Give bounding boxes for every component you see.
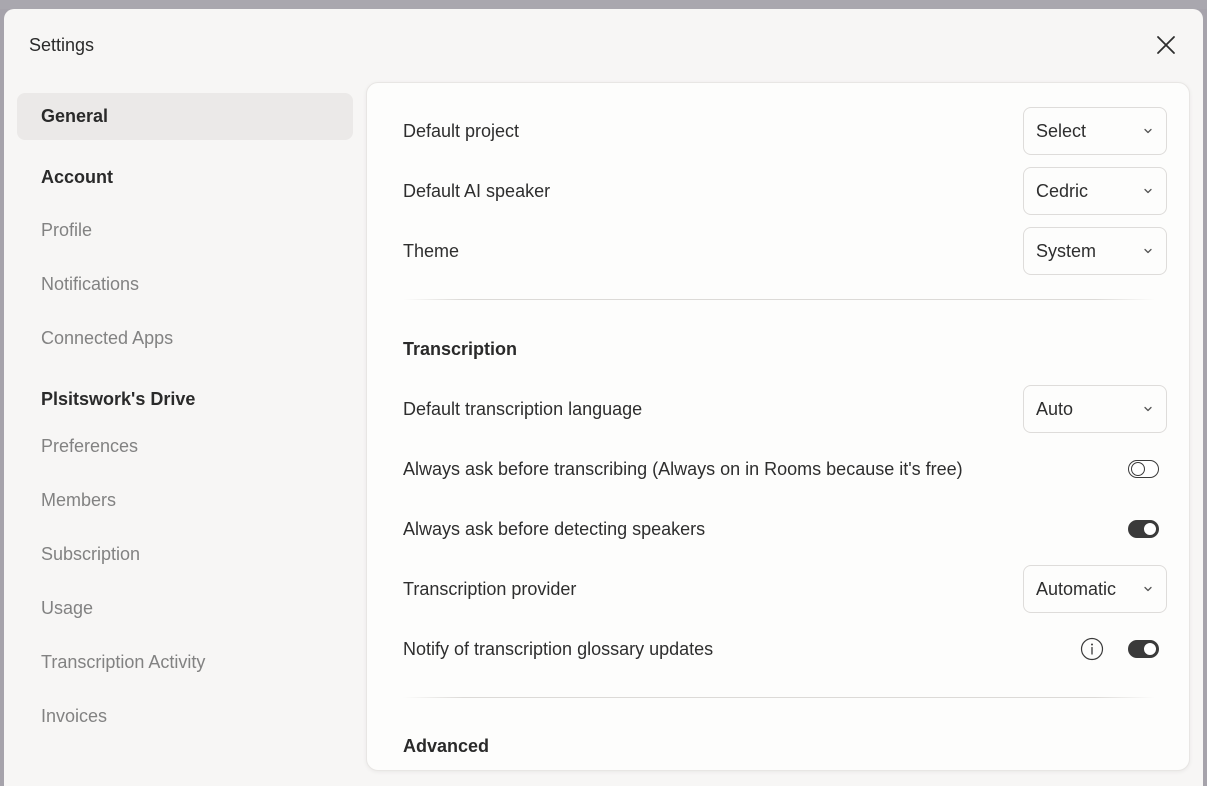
sidebar-item-label: Profile xyxy=(41,220,93,240)
toggle-container xyxy=(1128,460,1167,478)
section-divider xyxy=(403,299,1155,300)
sidebar-heading-drive: Plsitswork's Drive xyxy=(41,389,196,409)
sidebar-heading-account: Account xyxy=(41,167,113,187)
sidebar-item-members[interactable]: Members xyxy=(17,477,353,524)
sidebar-item-label: Subscription xyxy=(41,544,141,564)
chevron-down-icon xyxy=(1142,403,1154,415)
chevron-down-icon xyxy=(1142,583,1154,595)
sidebar-item-connected-apps[interactable]: Connected Apps xyxy=(17,315,353,362)
setting-default-ai-speaker: Default AI speaker Cedric xyxy=(403,167,1167,215)
sidebar-item-label: General xyxy=(41,106,109,126)
default-project-select[interactable]: Select xyxy=(1023,107,1167,155)
backdrop-strip xyxy=(0,0,1207,9)
setting-transcription-provider: Transcription provider Automatic xyxy=(403,565,1167,613)
toggle-container xyxy=(1128,520,1167,538)
setting-ask-before-detecting: Always ask before detecting speakers xyxy=(403,505,1167,553)
sidebar-item-profile[interactable]: Profile xyxy=(17,207,353,254)
setting-transcription-language: Default transcription language Auto xyxy=(403,385,1167,433)
settings-modal: Settings General Account Profile Notific… xyxy=(4,9,1203,786)
setting-label: Transcription provider xyxy=(403,578,577,599)
sidebar-item-preferences[interactable]: Preferences xyxy=(17,423,353,470)
sidebar-item-label: Transcription Activity xyxy=(41,652,206,672)
sidebar-item-label: Connected Apps xyxy=(41,328,174,348)
sidebar-item-general[interactable]: General xyxy=(17,93,353,140)
close-icon xyxy=(1157,36,1175,54)
toggle-knob xyxy=(1142,641,1157,656)
ask-before-transcribing-toggle[interactable] xyxy=(1128,460,1159,478)
setting-glossary-updates: Notify of transcription glossary updates xyxy=(403,625,1167,673)
toggle-knob xyxy=(1130,461,1145,476)
setting-label: Always ask before detecting speakers xyxy=(403,518,706,539)
setting-default-project: Default project Select xyxy=(403,107,1167,155)
toggle-container xyxy=(1080,637,1167,661)
transcription-provider-select[interactable]: Automatic xyxy=(1023,565,1167,613)
modal-title: Settings xyxy=(29,35,95,55)
chevron-down-icon xyxy=(1142,185,1154,197)
transcription-language-select[interactable]: Auto xyxy=(1023,385,1167,433)
sidebar-item-notifications[interactable]: Notifications xyxy=(17,261,353,308)
info-icon[interactable] xyxy=(1080,637,1104,661)
sidebar-item-label: Usage xyxy=(41,598,94,618)
theme-select[interactable]: System xyxy=(1023,227,1167,275)
glossary-updates-toggle[interactable] xyxy=(1128,640,1159,658)
select-value: Select xyxy=(1036,120,1087,141)
sidebar-item-usage[interactable]: Usage xyxy=(17,585,353,632)
setting-label: Notify of transcription glossary updates xyxy=(403,638,714,659)
sidebar-item-label: Preferences xyxy=(41,436,139,456)
select-value: Automatic xyxy=(1036,578,1117,599)
ask-before-detecting-toggle[interactable] xyxy=(1128,520,1159,538)
sidebar-item-subscription[interactable]: Subscription xyxy=(17,531,353,578)
select-value: System xyxy=(1036,240,1097,261)
default-ai-speaker-select[interactable]: Cedric xyxy=(1023,167,1167,215)
sidebar-item-label: Members xyxy=(41,490,117,510)
setting-label: Default project xyxy=(403,120,520,141)
setting-label: Default AI speaker xyxy=(403,180,551,201)
settings-content: Default project Select Default AI speake… xyxy=(366,82,1190,771)
toggle-knob xyxy=(1142,521,1157,536)
setting-label: Theme xyxy=(403,240,460,261)
setting-theme: Theme System xyxy=(403,227,1167,275)
chevron-down-icon xyxy=(1142,125,1154,137)
setting-label: Always ask before transcribing (Always o… xyxy=(403,458,963,479)
sidebar-item-transcription-activity[interactable]: Transcription Activity xyxy=(17,639,353,686)
setting-label: Default transcription language xyxy=(403,398,643,419)
close-button[interactable] xyxy=(1154,33,1178,57)
select-value: Auto xyxy=(1036,398,1074,419)
section-divider xyxy=(403,697,1155,698)
select-value: Cedric xyxy=(1036,180,1089,201)
section-title-advanced: Advanced xyxy=(403,736,490,756)
sidebar-item-label: Notifications xyxy=(41,274,140,294)
sidebar-item-invoices[interactable]: Invoices xyxy=(17,693,353,740)
chevron-down-icon xyxy=(1142,245,1154,257)
sidebar-item-label: Invoices xyxy=(41,706,108,726)
setting-ask-before-transcribing: Always ask before transcribing (Always o… xyxy=(403,445,1167,493)
section-title-transcription: Transcription xyxy=(403,339,518,359)
